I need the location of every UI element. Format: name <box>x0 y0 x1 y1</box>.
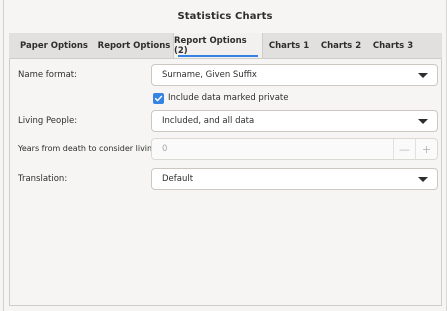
chevron-down-icon <box>418 177 428 182</box>
living-people-value: Included, and all data <box>162 116 255 126</box>
name-format-combo[interactable]: Surname, Given Suffix <box>151 64 438 86</box>
years-value[interactable]: 0 <box>162 144 167 154</box>
translation-value: Default <box>162 174 194 184</box>
private-data-row[interactable]: Include data marked private <box>153 91 288 105</box>
tab-charts-2[interactable]: Charts 2 <box>315 33 367 58</box>
living-people-label: Living People: <box>18 116 78 126</box>
name-format-label: Name format: <box>18 70 78 80</box>
dialog-window: Statistics Charts Paper Options Report O… <box>0 0 447 311</box>
titlebar: Statistics Charts <box>4 0 446 33</box>
decrement-button[interactable]: — <box>393 139 415 159</box>
increment-button[interactable]: + <box>415 139 437 159</box>
years-spinbutton[interactable]: 0 — + <box>151 138 438 160</box>
tab-report-options-2[interactable]: Report Options (2) <box>173 33 263 58</box>
chevron-down-icon <box>418 73 428 78</box>
window-border <box>3 0 4 311</box>
translation-combo[interactable]: Default <box>151 168 438 190</box>
private-data-label: Include data marked private <box>168 93 289 103</box>
tab-paper-options[interactable]: Paper Options <box>15 33 93 58</box>
tab-charts-3[interactable]: Charts 3 <box>367 33 419 58</box>
private-data-checkbox[interactable] <box>153 92 164 104</box>
years-label: Years from death to consider living: <box>18 144 160 153</box>
tab-bar: Paper Options Report Options Report Opti… <box>9 33 442 59</box>
chevron-down-icon <box>418 119 428 124</box>
translation-label: Translation: <box>18 174 68 184</box>
living-people-combo[interactable]: Included, and all data <box>151 110 438 132</box>
tab-charts-1[interactable]: Charts 1 <box>263 33 315 58</box>
options-panel: Name format: Surname, Given Suffix Inclu… <box>9 59 442 306</box>
window-title: Statistics Charts <box>177 11 273 22</box>
tab-report-options[interactable]: Report Options <box>93 33 175 58</box>
name-format-value: Surname, Given Suffix <box>162 70 257 80</box>
checkmark-icon <box>154 95 163 101</box>
